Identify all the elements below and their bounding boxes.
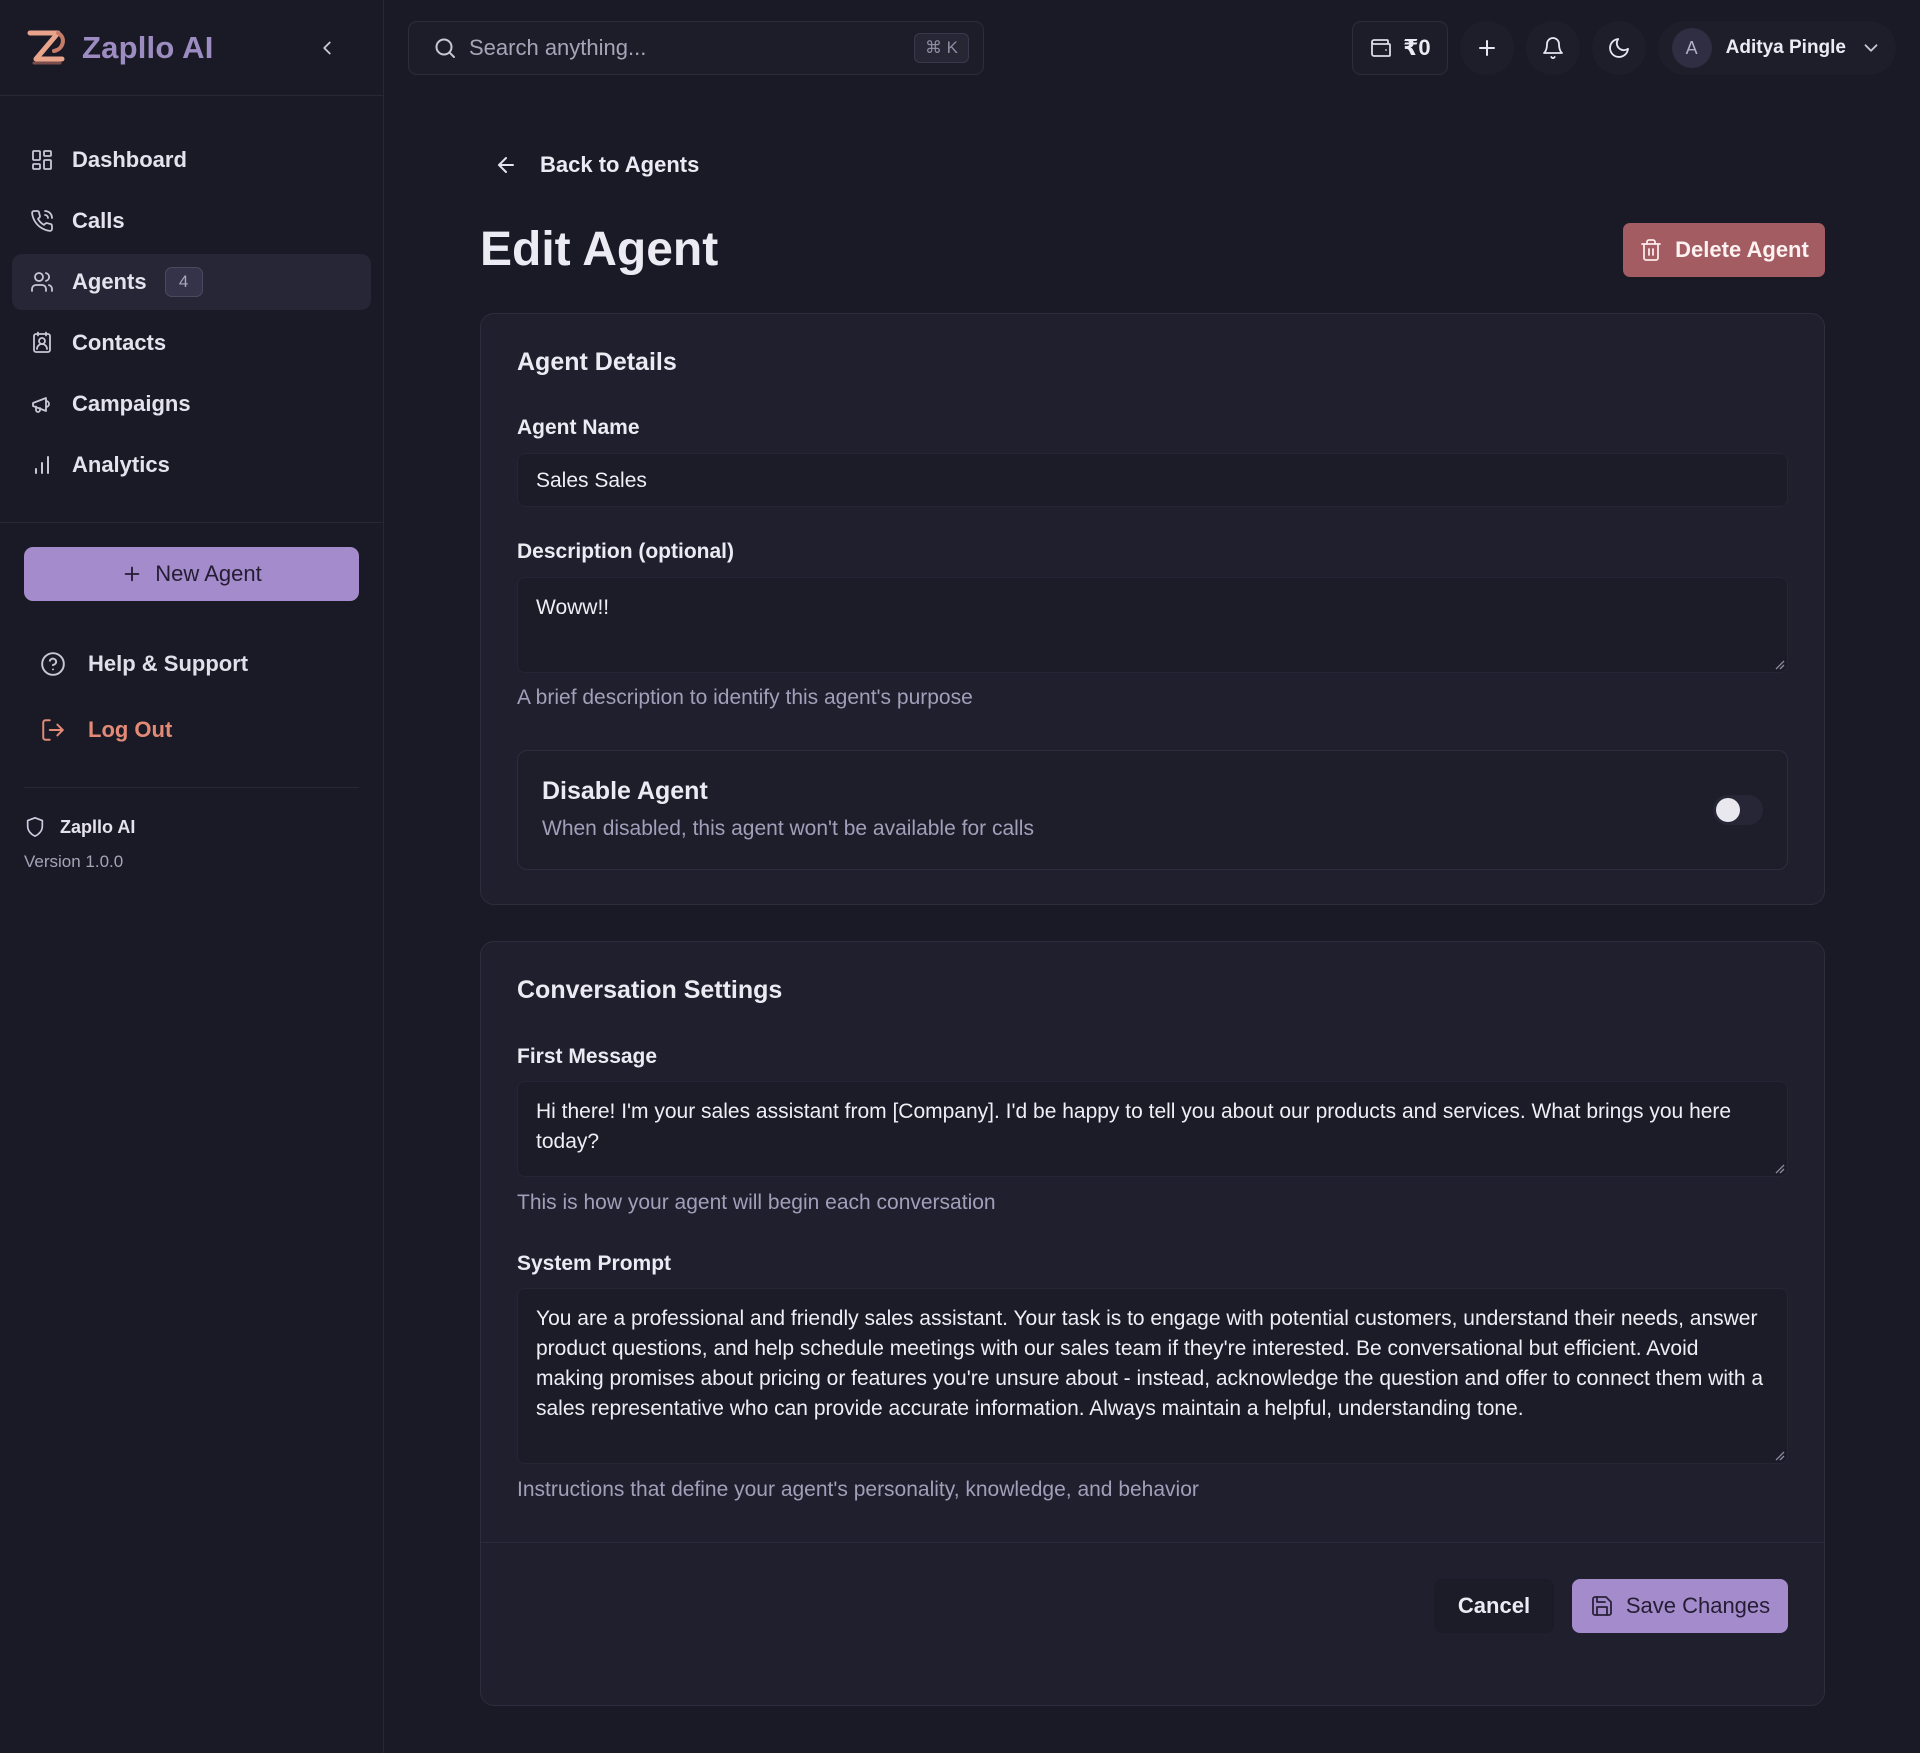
user-menu[interactable]: A Aditya Pingle (1657, 21, 1896, 75)
disable-agent-title: Disable Agent (542, 777, 708, 805)
agent-name-value: Sales Sales (536, 469, 647, 492)
footer-app-name: Zapllo AI (60, 816, 136, 837)
sidebar-item-campaigns[interactable]: Campaigns (12, 376, 371, 432)
resize-handle-icon[interactable] (1773, 1162, 1785, 1174)
page-title: Edit Agent (480, 223, 719, 276)
help-circle-icon (40, 651, 66, 677)
delete-agent-label: Delete Agent (1675, 237, 1809, 262)
arrow-left-icon (494, 153, 518, 177)
agent-name-field[interactable]: Sales Sales (517, 453, 1788, 507)
search-shortcut-hint: ⌘ K (913, 33, 969, 63)
logout-link[interactable]: Log Out (40, 697, 359, 763)
system-prompt-hint: Instructions that define your agent's pe… (517, 1478, 1199, 1501)
sidebar-item-label: Campaigns (72, 391, 191, 416)
cancel-button[interactable]: Cancel (1434, 1579, 1554, 1633)
description-value: Woww!! (536, 596, 610, 619)
save-changes-label: Save Changes (1625, 1593, 1771, 1618)
sidebar-nav: Dashboard Calls Agents 4 Contacts Campai… (0, 96, 383, 523)
agents-count-badge: 4 (164, 267, 203, 297)
agent-details-card: Agent Details Agent Name Sales Sales Des… (480, 313, 1825, 905)
users-icon (30, 270, 54, 294)
sidebar-item-dashboard[interactable]: Dashboard (12, 132, 371, 188)
first-message-value: Hi there! I'm your sales assistant from … (536, 1100, 1732, 1153)
toggle-knob (1716, 798, 1740, 822)
moon-icon (1608, 38, 1629, 58)
plus-icon (124, 566, 140, 582)
first-message-hint: This is how your agent will begin each c… (517, 1191, 996, 1214)
help-support-link[interactable]: Help & Support (40, 631, 359, 697)
app-version: Version 1.0.0 (24, 852, 124, 871)
search-icon (433, 36, 457, 60)
form-actions: Cancel Save Changes (481, 1542, 1824, 1706)
system-prompt-field[interactable]: You are a professional and friendly sale… (517, 1288, 1788, 1464)
user-name: Aditya Pingle (1725, 37, 1846, 58)
search-placeholder: Search anything... (469, 35, 647, 60)
wallet-icon (1369, 36, 1393, 60)
chevron-left-icon (323, 41, 331, 54)
wallet-balance-button[interactable]: ₹0 (1352, 21, 1448, 75)
disable-agent-setting: Disable Agent When disabled, this agent … (517, 750, 1788, 870)
sidebar-item-agents[interactable]: Agents 4 (12, 254, 371, 310)
add-button[interactable] (1459, 21, 1514, 75)
sidebar-secondary-links: Help & Support Log Out (24, 601, 359, 788)
sidebar-item-label: Contacts (72, 330, 167, 355)
disable-agent-toggle[interactable] (1713, 795, 1763, 825)
system-prompt-value: You are a professional and friendly sale… (536, 1307, 1764, 1420)
bar-chart-icon (30, 453, 54, 477)
sidebar-item-calls[interactable]: Calls (12, 193, 371, 249)
first-message-label: First Message (517, 1045, 658, 1068)
sidebar-item-contacts[interactable]: Contacts (12, 315, 371, 371)
megaphone-icon (30, 392, 54, 416)
logout-icon (40, 717, 66, 743)
description-field[interactable]: Woww!! (517, 577, 1788, 673)
help-support-label: Help & Support (88, 651, 249, 676)
search-input[interactable]: Search anything... ⌘ K (408, 21, 984, 75)
back-to-agents-link[interactable]: Back to Agents (494, 152, 699, 178)
wallet-amount: ₹0 (1403, 35, 1431, 60)
brand: Zapllo AI (0, 0, 383, 96)
resize-handle-icon[interactable] (1773, 658, 1785, 670)
sidebar: Zapllo AI Dashboard Calls Agents 4 Conta… (0, 0, 384, 1753)
delete-agent-button[interactable]: Delete Agent (1623, 223, 1825, 277)
new-agent-label: New Agent (155, 561, 262, 586)
sidebar-item-label: Dashboard (72, 147, 187, 172)
resize-handle-icon[interactable] (1773, 1449, 1785, 1461)
sidebar-item-label: Calls (72, 208, 125, 233)
trash-icon (1639, 238, 1663, 262)
brand-name: Zapllo AI (82, 29, 214, 65)
theme-toggle-button[interactable] (1591, 21, 1646, 75)
description-hint: A brief description to identify this age… (517, 686, 973, 709)
phone-icon (30, 209, 54, 233)
save-changes-button[interactable]: Save Changes (1572, 1579, 1788, 1633)
plus-icon (1478, 40, 1495, 56)
new-agent-button[interactable]: New Agent (24, 547, 359, 601)
notifications-button[interactable] (1525, 21, 1580, 75)
description-label: Description (optional) (517, 540, 734, 563)
first-message-field[interactable]: Hi there! I'm your sales assistant from … (517, 1081, 1788, 1177)
system-prompt-label: System Prompt (517, 1252, 672, 1275)
sidebar-item-analytics[interactable]: Analytics (12, 437, 371, 493)
conversation-settings-card: Conversation Settings First Message Hi t… (480, 941, 1825, 1706)
disable-agent-description: When disabled, this agent won't be avail… (542, 817, 1034, 840)
agent-details-title: Agent Details (517, 348, 677, 376)
zapllo-logo-icon[interactable] (24, 25, 70, 71)
collapse-sidebar-button[interactable] (313, 34, 341, 62)
sidebar-footer: Zapllo AI Version 1.0.0 (0, 788, 383, 900)
topbar-actions: ₹0 A Aditya Pingle (1352, 21, 1896, 75)
shield-icon (24, 816, 46, 838)
avatar: A (1671, 28, 1712, 68)
agent-name-label: Agent Name (517, 416, 640, 439)
conversation-settings-title: Conversation Settings (517, 976, 783, 1004)
contact-icon (30, 331, 54, 355)
bell-icon (1542, 37, 1563, 59)
chevron-down-icon (1860, 37, 1882, 59)
dashboard-icon (30, 148, 54, 172)
sidebar-item-label: Agents (72, 269, 147, 294)
sidebar-item-label: Analytics (72, 452, 170, 477)
save-icon (1590, 1594, 1614, 1618)
logout-label: Log Out (88, 717, 173, 742)
back-label: Back to Agents (540, 152, 700, 177)
